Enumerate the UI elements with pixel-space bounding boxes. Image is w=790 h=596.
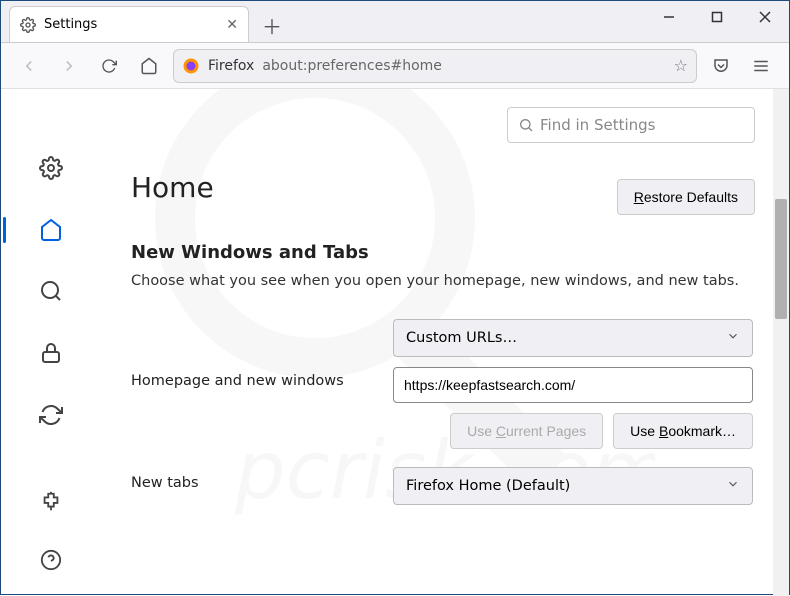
url-text: about:preferences#home: [262, 58, 442, 74]
chevron-down-icon: [726, 477, 740, 495]
use-bookmark-button[interactable]: Use Bookmark…: [613, 413, 753, 449]
use-current-pages-button[interactable]: Use Current Pages: [450, 413, 603, 449]
maximize-button[interactable]: [693, 0, 741, 34]
back-button[interactable]: [13, 50, 45, 82]
close-icon[interactable]: ✕: [226, 17, 238, 33]
newtabs-select[interactable]: Firefox Home (Default): [393, 467, 753, 505]
firefox-icon: [182, 57, 200, 75]
sidebar-item-home[interactable]: [31, 211, 71, 249]
home-button[interactable]: [133, 50, 165, 82]
section-description: Choose what you see when you open your h…: [131, 273, 753, 289]
tab-title: Settings: [44, 17, 97, 32]
search-settings-input[interactable]: Find in Settings: [507, 107, 755, 143]
homepage-url-input[interactable]: [393, 367, 753, 403]
gear-icon: [20, 17, 36, 33]
bookmark-star-icon[interactable]: ☆: [674, 56, 688, 75]
sidebar-item-sync[interactable]: [31, 396, 71, 434]
reload-button[interactable]: [93, 50, 125, 82]
toolbar: Firefox about:preferences#home ☆: [1, 43, 789, 89]
app-menu-button[interactable]: [745, 50, 777, 82]
url-bar[interactable]: Firefox about:preferences#home ☆: [173, 49, 697, 83]
section-title: New Windows and Tabs: [131, 242, 753, 263]
sidebar-item-general[interactable]: [31, 149, 71, 187]
window-controls: [645, 0, 789, 42]
select-value: Firefox Home (Default): [406, 478, 570, 494]
sidebar-item-help[interactable]: [31, 540, 71, 580]
identity-label: Firefox: [208, 58, 254, 74]
sidebar-item-extensions[interactable]: [31, 482, 71, 522]
scrollbar[interactable]: [773, 89, 789, 596]
homepage-label: Homepage and new windows: [131, 319, 393, 389]
pocket-button[interactable]: [705, 50, 737, 82]
tab-settings[interactable]: Settings ✕: [9, 6, 249, 42]
homepage-select[interactable]: Custom URLs…: [393, 319, 753, 357]
sidebar-item-privacy[interactable]: [31, 334, 71, 372]
main-content: Find in Settings Home Restore Defaults N…: [101, 89, 789, 596]
forward-button[interactable]: [53, 50, 85, 82]
restore-defaults-button[interactable]: Restore Defaults: [617, 179, 755, 215]
scrollbar-thumb[interactable]: [775, 199, 787, 319]
search-icon: [518, 117, 534, 133]
minimize-button[interactable]: [645, 0, 693, 34]
close-window-button[interactable]: [741, 0, 789, 34]
sidebar: [1, 89, 101, 596]
newtabs-label: New tabs: [131, 467, 393, 491]
tab-strip: Settings ✕ ＋: [1, 1, 789, 43]
sidebar-item-search[interactable]: [31, 273, 71, 311]
chevron-down-icon: [726, 329, 740, 347]
select-value: Custom URLs…: [406, 330, 517, 346]
new-tab-button[interactable]: ＋: [255, 8, 289, 42]
search-placeholder: Find in Settings: [540, 116, 655, 134]
